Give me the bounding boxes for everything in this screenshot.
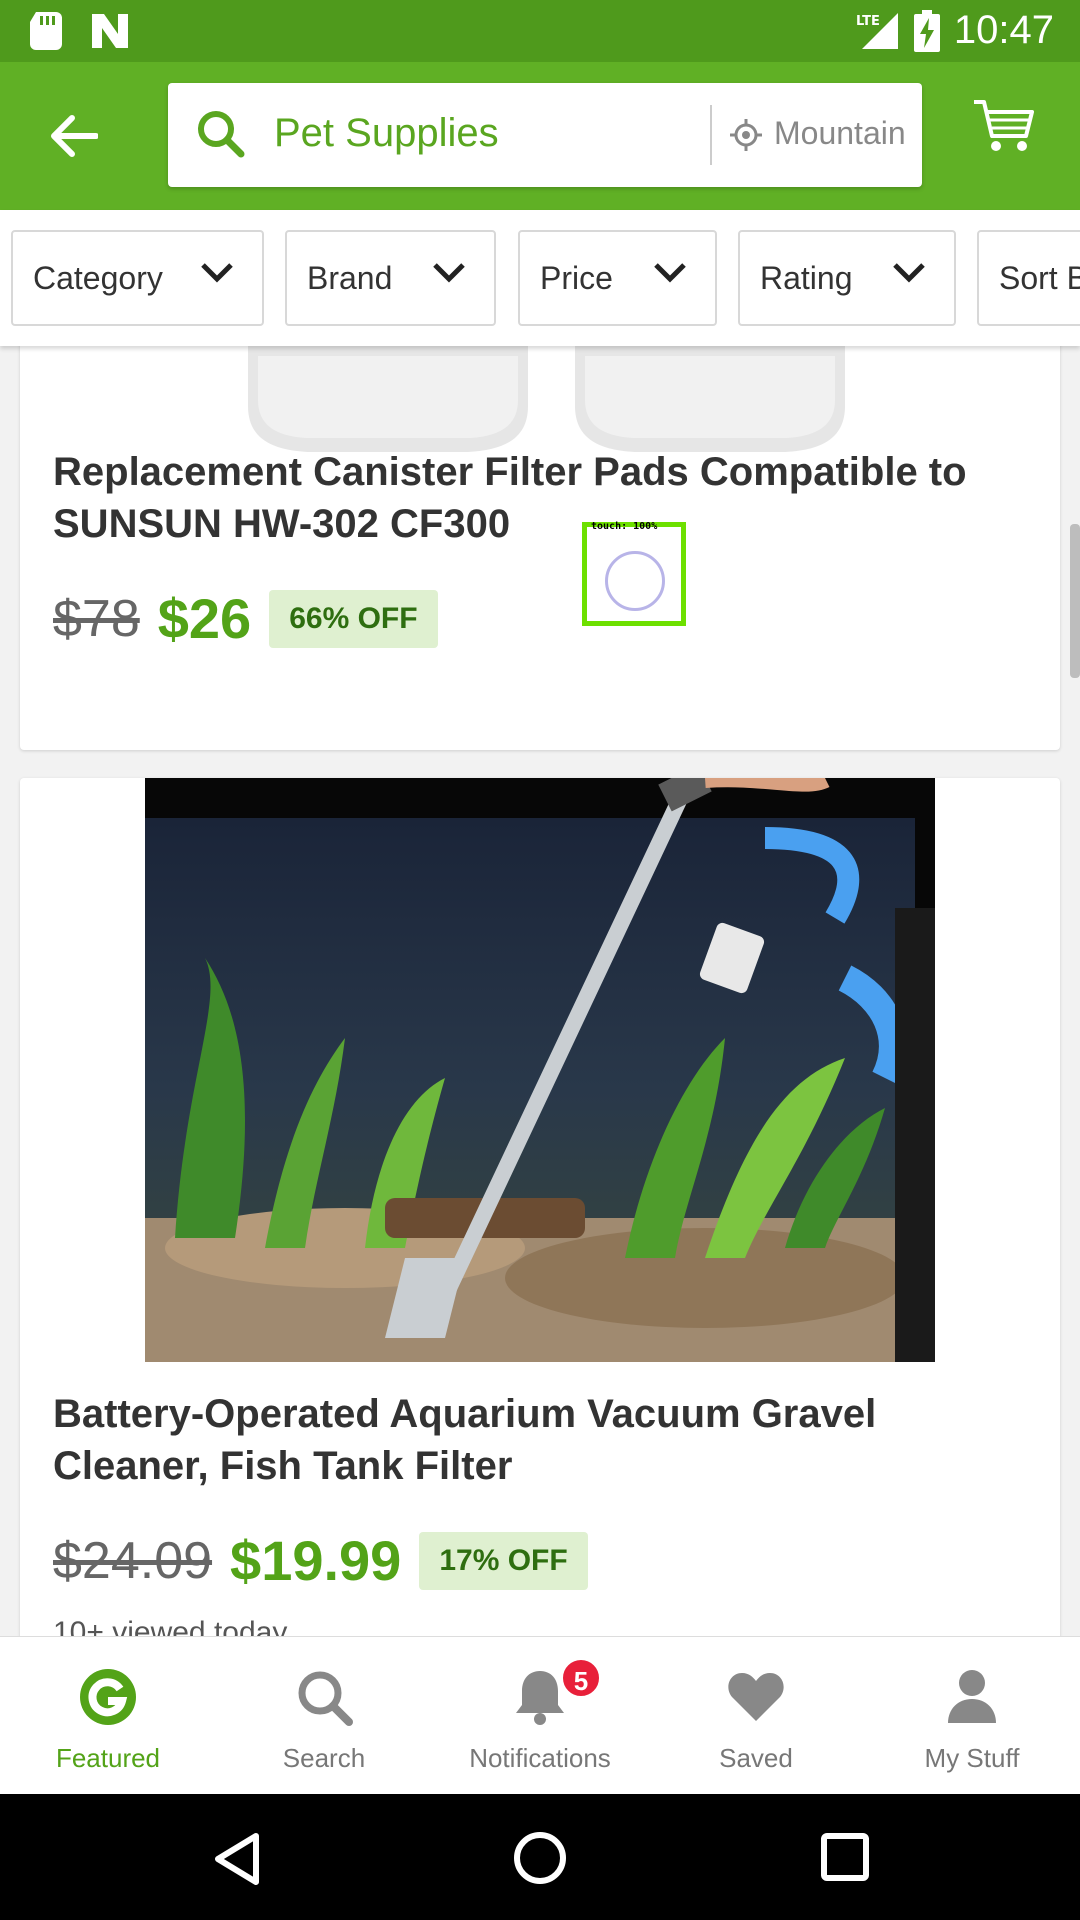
filter-category[interactable]: Category [11,230,264,326]
product-card[interactable]: Battery-Operated Aquarium Vacuum Gravel … [20,778,1060,1636]
product-list[interactable]: Replacement Canister Filter Pads Compati… [0,346,1080,1636]
price-row: $24.09 $19.99 17% OFF [53,1528,588,1593]
nav-my-stuff[interactable]: My Stuff [864,1637,1080,1795]
signal-lte-icon: LTE [856,12,898,49]
cart-button[interactable] [972,98,1044,170]
product-image-partial [238,346,538,456]
discount-badge: 17% OFF [419,1531,588,1590]
sale-price: $19.99 [230,1529,402,1592]
nav-notifications[interactable]: 5 Notifications [432,1637,648,1795]
nav-label: Notifications [469,1743,611,1773]
battery-charging-icon [913,9,940,52]
status-bar: LTE 10:47 [0,0,1080,62]
status-time: 10:47 [953,8,1054,52]
filter-bar: Category Brand Price Rating Sort By [0,210,1080,346]
system-nav-bar [0,1794,1080,1920]
nav-label: My Stuff [924,1743,1020,1773]
home-circle-icon[interactable] [512,1830,568,1886]
search-query[interactable]: Pet Supplies [274,111,499,156]
search-icon [298,1671,353,1726]
product-title[interactable]: Replacement Canister Filter Pads Compati… [53,446,1033,550]
location-text[interactable]: Mountain View [774,115,914,152]
cart-icon [974,100,1034,151]
svg-text:LTE: LTE [856,14,880,29]
groupon-g-icon [80,1669,136,1725]
person-icon [948,1670,996,1723]
heart-icon [728,1673,784,1721]
viewed-count: 10+ viewed today [53,1616,288,1636]
filter-label: Brand [307,259,393,296]
n-logo-icon [92,14,128,48]
search-divider [710,105,712,165]
original-price: $24.09 [53,1531,213,1590]
chevron-down-icon [654,263,686,283]
sd-card-icon [30,12,62,50]
scrollbar[interactable] [1070,524,1080,678]
app-bar: Pet Supplies Mountain View [0,62,1080,210]
touch-indicator-label: touch: 100% [591,521,658,532]
back-button[interactable] [42,104,106,168]
touch-indicator: touch: 100% [582,521,686,626]
discount-badge: 66% OFF [269,589,438,648]
sale-price: $26 [157,587,252,650]
back-arrow-icon [51,115,98,157]
filter-label: Price [540,259,613,296]
filter-brand[interactable]: Brand [285,230,496,326]
product-card[interactable]: Replacement Canister Filter Pads Compati… [20,346,1060,750]
original-price: $78 [53,589,140,648]
product-image-partial [565,346,865,456]
filter-sort-by[interactable]: Sort By [977,230,1080,326]
filter-price[interactable]: Price [518,230,717,326]
search-bar[interactable]: Pet Supplies Mountain View [168,83,922,187]
nav-label: Search [282,1743,366,1773]
filter-label: Category [33,259,163,296]
nav-label: Featured [55,1743,161,1773]
product-image[interactable] [145,778,935,1362]
search-icon [198,111,245,158]
nav-saved[interactable]: Saved [648,1637,864,1795]
recents-square-icon[interactable] [820,1832,870,1882]
filter-label: Rating [760,259,853,296]
nav-label: Saved [719,1743,793,1773]
touch-ring [605,551,665,611]
nav-featured[interactable]: Featured [0,1637,216,1795]
location-target-icon[interactable] [728,117,764,153]
back-triangle-icon[interactable] [212,1832,262,1886]
notification-badge: 5 [560,1657,602,1699]
price-row: $78 $26 66% OFF [53,586,438,651]
chevron-down-icon [201,263,233,283]
filter-pad-image [575,346,845,452]
filter-pad-image [248,346,528,452]
filter-label: Sort By [999,259,1080,296]
product-title[interactable]: Battery-Operated Aquarium Vacuum Gravel … [53,1388,1033,1492]
bottom-nav: Featured Search 5 Notifications Saved My… [0,1636,1080,1794]
aquarium-vacuum-image [145,778,935,1362]
chevron-down-icon [433,263,465,283]
filter-rating[interactable]: Rating [738,230,956,326]
chevron-down-icon [893,263,925,283]
nav-search[interactable]: Search [216,1637,432,1795]
